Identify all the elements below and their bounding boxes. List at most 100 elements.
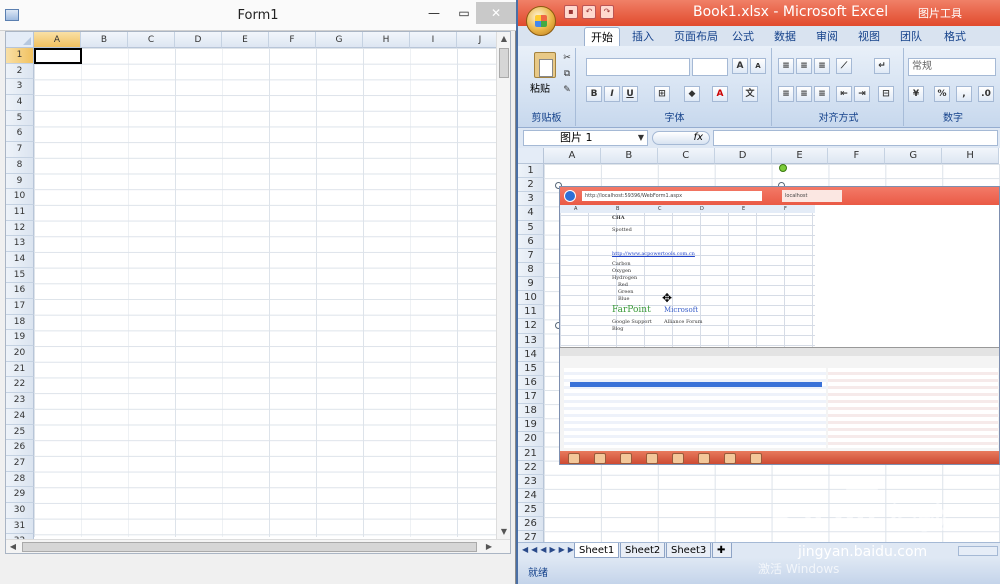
tab-7[interactable]: 团队	[894, 27, 928, 46]
tab-0[interactable]: 开始	[584, 27, 620, 46]
save-icon[interactable]: ▪	[564, 5, 578, 19]
align-center-icon[interactable]: ≡	[796, 86, 812, 102]
chevron-down-icon[interactable]: ▼	[638, 131, 644, 145]
italic-button[interactable]: I	[604, 86, 620, 102]
insert-function-button[interactable]: fx	[652, 131, 710, 145]
row-header-26[interactable]: 26	[6, 440, 34, 456]
undo-icon[interactable]: ↶	[582, 5, 596, 19]
shrink-font-button[interactable]: A	[750, 58, 766, 74]
excel-row-header-11[interactable]: 11	[518, 305, 544, 320]
copy-icon[interactable]: ⧉	[560, 68, 574, 80]
row-header-13[interactable]: 13	[6, 236, 34, 252]
excel-row-header-3[interactable]: 3	[518, 192, 544, 207]
tab-3[interactable]: 公式	[726, 27, 760, 46]
paste-label[interactable]: 粘贴	[530, 80, 550, 95]
excel-row-header-17[interactable]: 17	[518, 390, 544, 405]
row-header-23[interactable]: 23	[6, 393, 34, 409]
align-right-icon[interactable]: ≡	[814, 86, 830, 102]
excel-row-header-26[interactable]: 26	[518, 517, 544, 532]
row-header-24[interactable]: 24	[6, 408, 34, 425]
excel-row-header-27[interactable]: 27	[518, 531, 544, 542]
excel-row-header-24[interactable]: 24	[518, 488, 544, 503]
excel-row-header-21[interactable]: 21	[518, 446, 544, 461]
row-header-15[interactable]: 15	[6, 267, 34, 284]
row-header-3[interactable]: 3	[6, 79, 34, 96]
borders-icon[interactable]: ⊞	[654, 86, 670, 102]
row-header-30[interactable]: 30	[6, 502, 34, 519]
row-header-22[interactable]: 22	[6, 377, 34, 394]
excel-column-header-d[interactable]: D	[714, 148, 772, 164]
row-header-28[interactable]: 28	[6, 471, 34, 488]
row-header-9[interactable]: 9	[6, 173, 34, 190]
vertical-scrollbar[interactable]: ▲ ▼	[496, 32, 510, 539]
column-header-i[interactable]: I	[410, 32, 457, 48]
scroll-right-icon[interactable]: ▶	[482, 540, 496, 553]
align-middle-icon[interactable]: ≡	[796, 58, 812, 74]
row-header-8[interactable]: 8	[6, 157, 34, 174]
font-size-box[interactable]	[692, 58, 728, 76]
row-header-19[interactable]: 19	[6, 330, 34, 347]
excel-row-header-25[interactable]: 25	[518, 503, 544, 518]
paste-icon[interactable]	[534, 52, 556, 78]
row-header-16[interactable]: 16	[6, 283, 34, 299]
cell-area[interactable]	[34, 48, 496, 537]
rotate-handle[interactable]	[779, 164, 787, 172]
scroll-left-icon[interactable]: ◀	[6, 540, 20, 553]
horizontal-scrollbar[interactable]: ◀ ▶	[6, 539, 510, 553]
excel-row-header-22[interactable]: 22	[518, 460, 544, 475]
accounting-format-icon[interactable]: ¥	[908, 86, 924, 102]
excel-row-header-20[interactable]: 20	[518, 432, 544, 447]
row-header-11[interactable]: 11	[6, 204, 34, 221]
column-header-d[interactable]: D	[175, 32, 222, 48]
excel-row-header-4[interactable]: 4	[518, 206, 544, 221]
row-header-31[interactable]: 31	[6, 518, 34, 535]
grow-font-button[interactable]: A	[732, 58, 748, 74]
tab-1[interactable]: 插入	[626, 27, 660, 46]
column-header-e[interactable]: E	[222, 32, 269, 48]
column-header-b[interactable]: B	[81, 32, 128, 48]
align-left-icon[interactable]: ≡	[778, 86, 794, 102]
merge-center-icon[interactable]: ⊟	[878, 86, 894, 102]
row-header-17[interactable]: 17	[6, 299, 34, 315]
excel-column-header-a[interactable]: A	[544, 148, 601, 164]
row-header-5[interactable]: 5	[6, 110, 34, 127]
excel-row-header-2[interactable]: 2	[518, 178, 544, 193]
excel-column-header-c[interactable]: C	[657, 148, 715, 164]
increase-decimal-icon[interactable]: .0	[978, 86, 994, 102]
phonetic-icon[interactable]: 文	[742, 86, 758, 102]
excel-row-header-18[interactable]: 18	[518, 404, 544, 419]
underline-button[interactable]: U	[622, 86, 638, 102]
sheet-tab-1[interactable]: Sheet1	[574, 543, 620, 558]
font-name-box[interactable]	[586, 58, 690, 76]
formula-input[interactable]	[713, 130, 998, 146]
excel-column-header-h[interactable]: H	[942, 148, 1000, 164]
row-header-10[interactable]: 10	[6, 189, 34, 205]
minimize-button[interactable]: —	[420, 2, 448, 24]
row-header-7[interactable]: 7	[6, 142, 34, 158]
horizontal-scroll-thumb[interactable]	[22, 542, 477, 552]
align-top-icon[interactable]: ≡	[778, 58, 794, 74]
sheet-nav-icon[interactable]: ◀◀◀▶▶▶	[522, 545, 577, 554]
column-header-f[interactable]: F	[269, 32, 316, 48]
row-header-25[interactable]: 25	[6, 424, 34, 441]
excel-row-header-9[interactable]: 9	[518, 277, 544, 292]
bold-button[interactable]: B	[586, 86, 602, 102]
excel-column-header-e[interactable]: E	[771, 148, 829, 164]
tab-2[interactable]: 页面布局	[668, 27, 724, 46]
row-header-6[interactable]: 6	[6, 126, 34, 143]
column-header-g[interactable]: G	[316, 32, 363, 48]
excel-row-header-10[interactable]: 10	[518, 291, 544, 306]
decrease-indent-icon[interactable]: ⇤	[836, 86, 852, 102]
excel-column-header-f[interactable]: F	[828, 148, 886, 164]
excel-row-header-15[interactable]: 15	[518, 361, 544, 376]
select-all-corner[interactable]	[6, 32, 34, 48]
excel-row-header-8[interactable]: 8	[518, 262, 544, 277]
font-color-button[interactable]: A	[712, 86, 728, 102]
office-button[interactable]	[526, 6, 556, 36]
excel-row-header-1[interactable]: 1	[518, 164, 544, 179]
excel-row-header-14[interactable]: 14	[518, 347, 544, 362]
excel-column-header-b[interactable]: B	[600, 148, 658, 164]
align-bottom-icon[interactable]: ≡	[814, 58, 830, 74]
active-cell-a1[interactable]	[34, 48, 82, 64]
maximize-button[interactable]: ▭	[450, 2, 478, 24]
